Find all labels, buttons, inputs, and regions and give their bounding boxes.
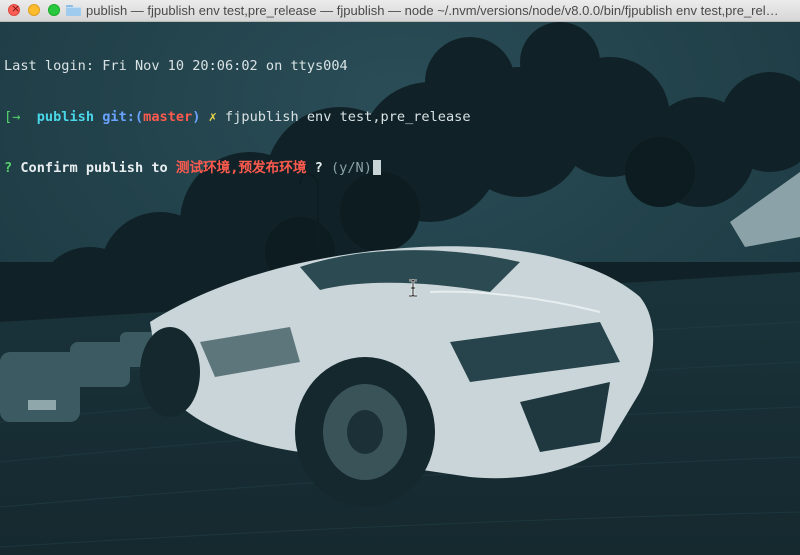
prompt-arrow-icon: → [12, 109, 21, 125]
prompt-branch: master [143, 109, 193, 125]
question-targets: 测试环境,预发布环境 [175, 160, 307, 176]
question-mark: ? [4, 160, 13, 176]
folder-icon [66, 5, 81, 16]
ibeam-cursor-icon [409, 279, 417, 297]
prompt-cwd: publish [36, 109, 95, 125]
prompt-dirty-icon: ✗ [208, 109, 217, 125]
minimize-button[interactable] [28, 4, 40, 16]
prompt-bracket: [ [4, 109, 13, 125]
window-title-text: publish — fjpublish env test,pre_release… [86, 3, 779, 18]
close-button[interactable] [8, 2, 20, 16]
text-cursor[interactable] [372, 160, 381, 175]
prompt-line: [→ publish git:(master) ✗ fjpublish env … [4, 109, 471, 126]
question-line[interactable]: ? Confirm publish to 测试环境,预发布环境 ? (y/N) [4, 160, 471, 177]
last-login-line: Last login: Fri Nov 10 20:06:02 on ttys0… [4, 58, 471, 75]
title-bar[interactable]: publish — fjpublish env test,pre_release… [0, 0, 800, 22]
zoom-button[interactable] [48, 4, 60, 16]
question-hint: (y/N) [330, 160, 372, 176]
prompt-git-suffix: ) [192, 109, 201, 125]
terminal-window: publish — fjpublish env test,pre_release… [0, 0, 800, 555]
window-title: publish — fjpublish env test,pre_release… [66, 3, 794, 19]
terminal-output: Last login: Fri Nov 10 20:06:02 on ttys0… [4, 24, 471, 211]
question-text: Confirm publish to [20, 160, 168, 176]
prompt-command: fjpublish env test,pre_release [225, 109, 471, 125]
last-login-text: Last login: Fri Nov 10 20:06:02 on ttys0… [4, 58, 348, 74]
prompt-git-prefix: git:( [102, 109, 144, 125]
terminal-content[interactable]: Last login: Fri Nov 10 20:06:02 on ttys0… [0, 22, 800, 555]
question-suffix: ? [314, 160, 323, 176]
